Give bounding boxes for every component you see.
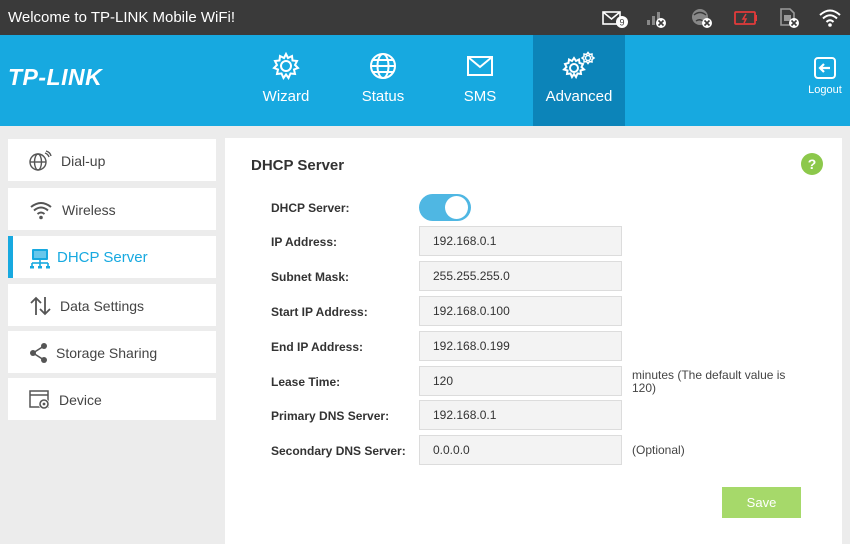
battery-low-icon <box>733 6 757 30</box>
secondary-dns-field[interactable]: 0.0.0.0 <box>419 435 622 465</box>
sidebar-item-label: Storage Sharing <box>56 345 158 361</box>
logout-button[interactable]: Logout <box>800 35 850 126</box>
logout-icon <box>814 57 836 79</box>
tp-link-logo: TP-LINK <box>8 64 103 90</box>
lease-time-note: minutes (The default value is 120) <box>632 369 785 395</box>
subnet-mask-label: Subnet Mask: <box>271 270 350 284</box>
globe-icon <box>370 53 396 79</box>
header: TP-LINK Wizard Status SMS Advanced Logou… <box>0 35 850 126</box>
tab-sms[interactable]: SMS <box>434 35 526 126</box>
gear-icon <box>272 51 300 81</box>
help-icon[interactable]: ? <box>801 153 823 175</box>
page-title: DHCP Server <box>251 157 345 174</box>
dhcp-server-toggle[interactable] <box>419 194 471 221</box>
secondary-dns-label: Secondary DNS Server: <box>271 444 406 458</box>
save-button[interactable]: Save <box>722 487 801 518</box>
sidebar-item-storage-sharing[interactable]: Storage Sharing <box>8 331 216 373</box>
share-icon <box>30 343 47 363</box>
welcome-text: Welcome to TP-LINK Mobile WiFi! <box>8 9 235 26</box>
tab-advanced[interactable]: Advanced <box>533 35 625 126</box>
tab-status[interactable]: Status <box>337 35 429 126</box>
sidebar-item-dhcp-server[interactable]: DHCP Server <box>8 236 216 278</box>
gears-icon <box>562 51 596 80</box>
sidebar-item-label: Wireless <box>62 202 116 218</box>
wifi-icon <box>30 202 52 220</box>
tab-wizard[interactable]: Wizard <box>240 35 332 126</box>
ip-address-label: IP Address: <box>271 235 338 249</box>
device-settings-icon <box>29 390 50 410</box>
tab-label: SMS <box>463 88 497 105</box>
lease-note-line: 120) <box>632 381 657 395</box>
signal-icon <box>644 6 668 30</box>
sidebar-item-label: Dial-up <box>61 153 106 169</box>
tab-label: Wizard <box>262 88 310 105</box>
ip-address-field[interactable]: 192.168.0.1 <box>419 226 622 256</box>
envelope-icon[interactable]: 9 <box>602 6 628 30</box>
lease-time-label: Lease Time: <box>271 375 341 389</box>
logout-label: Logout <box>808 84 842 96</box>
globe-disconnected-icon <box>690 6 714 30</box>
sidebar-item-data-settings[interactable]: Data Settings <box>8 284 216 326</box>
envelope-icon <box>467 56 493 76</box>
sidebar-item-label: DHCP Server <box>57 249 148 266</box>
updown-arrows-icon <box>30 296 51 316</box>
dhcp-server-label: DHCP Server: <box>271 201 350 215</box>
end-ip-label: End IP Address: <box>271 340 364 354</box>
start-ip-label: Start IP Address: <box>271 305 368 319</box>
dialup-globe-icon <box>29 150 52 171</box>
sidebar-item-dial-up[interactable]: Dial-up <box>8 139 216 181</box>
sim-icon <box>777 6 801 30</box>
sidebar-item-label: Data Settings <box>60 298 145 314</box>
start-ip-field[interactable]: 192.168.0.100 <box>419 296 622 326</box>
subnet-mask-field[interactable]: 255.255.255.0 <box>419 261 622 291</box>
lease-time-field[interactable]: 120 <box>419 366 622 396</box>
primary-dns-field[interactable]: 192.168.0.1 <box>419 400 622 430</box>
tab-label: Status <box>361 88 405 105</box>
toggle-knob <box>445 196 468 219</box>
secondary-dns-note: (Optional) <box>632 443 685 457</box>
end-ip-field[interactable]: 192.168.0.199 <box>419 331 622 361</box>
tab-label: Advanced <box>545 88 613 105</box>
network-icon <box>30 249 50 269</box>
status-bar: Welcome to TP-LINK Mobile WiFi! 9 <box>0 0 850 35</box>
sidebar-item-wireless[interactable]: Wireless <box>8 188 216 230</box>
sidebar-item-device[interactable]: Device <box>8 378 216 420</box>
sidebar-item-label: Device <box>59 392 102 408</box>
primary-dns-label: Primary DNS Server: <box>271 409 390 423</box>
wifi-icon <box>818 6 842 30</box>
sms-count: 9 <box>619 18 624 28</box>
dhcp-panel: DHCP Server ? DHCP Server: IP Address: 1… <box>225 138 842 544</box>
